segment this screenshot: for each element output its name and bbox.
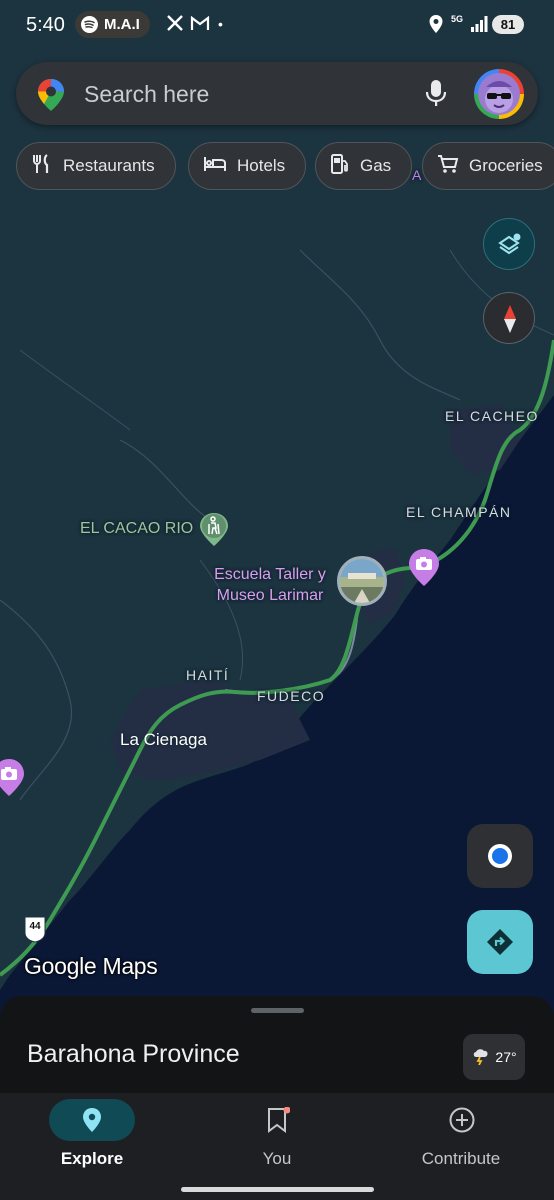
maps-pin-logo-icon: [36, 78, 66, 117]
google-maps-logo: Google Maps: [24, 953, 158, 979]
search-bar[interactable]: Search here: [16, 62, 538, 125]
map-label-fudeco[interactable]: FUDECO: [257, 688, 325, 704]
chip-label: Hotels: [237, 156, 286, 175]
search-input[interactable]: Search here: [84, 81, 209, 108]
map-label-haiti[interactable]: HAITÍ: [186, 667, 229, 683]
bookmark-icon: [266, 1106, 291, 1138]
nav-you[interactable]: You: [202, 1093, 352, 1193]
directions-button[interactable]: [467, 910, 533, 974]
location-dot-icon: [488, 844, 512, 868]
avatar[interactable]: [474, 69, 524, 119]
chip-groceries[interactable]: Groceries: [422, 142, 554, 190]
chip-label: Gas: [360, 156, 392, 175]
nav-explore-active-pill: [49, 1099, 135, 1141]
cart-icon: [437, 153, 459, 180]
media-label: M.A.I: [104, 16, 140, 33]
media-pill[interactable]: M.A.I: [75, 11, 150, 38]
poi-label-escuela-taller[interactable]: Escuela Taller y Museo Larimar: [210, 564, 330, 606]
place-title: Barahona Province: [27, 1040, 240, 1068]
directions-icon: [485, 927, 515, 962]
poi-photo-thumbnail[interactable]: [337, 556, 387, 606]
highway-shield-44: 44: [29, 921, 41, 932]
add-circle-icon: [448, 1106, 476, 1139]
mic-icon[interactable]: [424, 78, 448, 113]
nav-explore-label: Explore: [60, 1149, 124, 1168]
home-indicator[interactable]: [181, 1187, 374, 1192]
chip-label: Restaurants: [63, 156, 155, 175]
status-bar: 5:40 M.A.I • 5G 81: [0, 0, 554, 52]
chip-label: Groceries: [469, 156, 543, 175]
status-time: 5:40: [26, 14, 65, 36]
gas-pump-icon: [330, 153, 350, 180]
chip-gas[interactable]: Gas: [315, 142, 413, 190]
nav-contribute-label: Contribute: [421, 1149, 501, 1168]
weather-temp: 27°: [495, 1049, 517, 1065]
poi-label-el-cacao[interactable]: EL CACAO RIO: [80, 520, 193, 538]
nav-explore[interactable]: Explore: [17, 1093, 167, 1193]
layers-button[interactable]: [483, 218, 535, 270]
x-icon: [166, 14, 184, 37]
gmail-icon: [190, 14, 210, 37]
fork-knife-icon: [31, 153, 53, 180]
thunderstorm-icon: [471, 1047, 491, 1068]
avatar-image: [478, 73, 520, 115]
network-type: 5G: [451, 14, 464, 24]
location-pin-icon: [81, 1107, 103, 1138]
bed-icon: [203, 154, 227, 179]
my-location-button[interactable]: [467, 824, 533, 888]
location-icon: [428, 14, 444, 39]
chip-restaurants[interactable]: Restaurants: [16, 142, 176, 190]
spotify-icon: [81, 16, 98, 33]
camera-poi-icon[interactable]: [407, 548, 441, 593]
battery-indicator: 81: [492, 15, 524, 34]
compass-button[interactable]: [483, 292, 535, 344]
layers-icon: [496, 231, 524, 264]
nav-contribute[interactable]: Contribute: [386, 1093, 536, 1193]
nav-you-label: You: [262, 1149, 292, 1168]
weather-badge[interactable]: 27°: [463, 1034, 525, 1080]
chip-hotels[interactable]: Hotels: [188, 142, 307, 190]
compass-icon: [500, 303, 520, 340]
map-label-la-cienaga[interactable]: La Cienaga: [120, 730, 207, 750]
hiking-poi-icon[interactable]: [198, 512, 230, 546]
notification-dot: •: [218, 16, 223, 32]
map-label-el-champan[interactable]: EL CHAMPÁN: [406, 504, 512, 520]
sheet-drag-handle[interactable]: [251, 1008, 304, 1013]
map-label-el-cacheo[interactable]: EL CACHEO: [445, 408, 539, 424]
signal-icon: [470, 15, 488, 38]
camera-poi-icon[interactable]: [0, 758, 26, 803]
map-label-fragment: A: [412, 167, 423, 183]
